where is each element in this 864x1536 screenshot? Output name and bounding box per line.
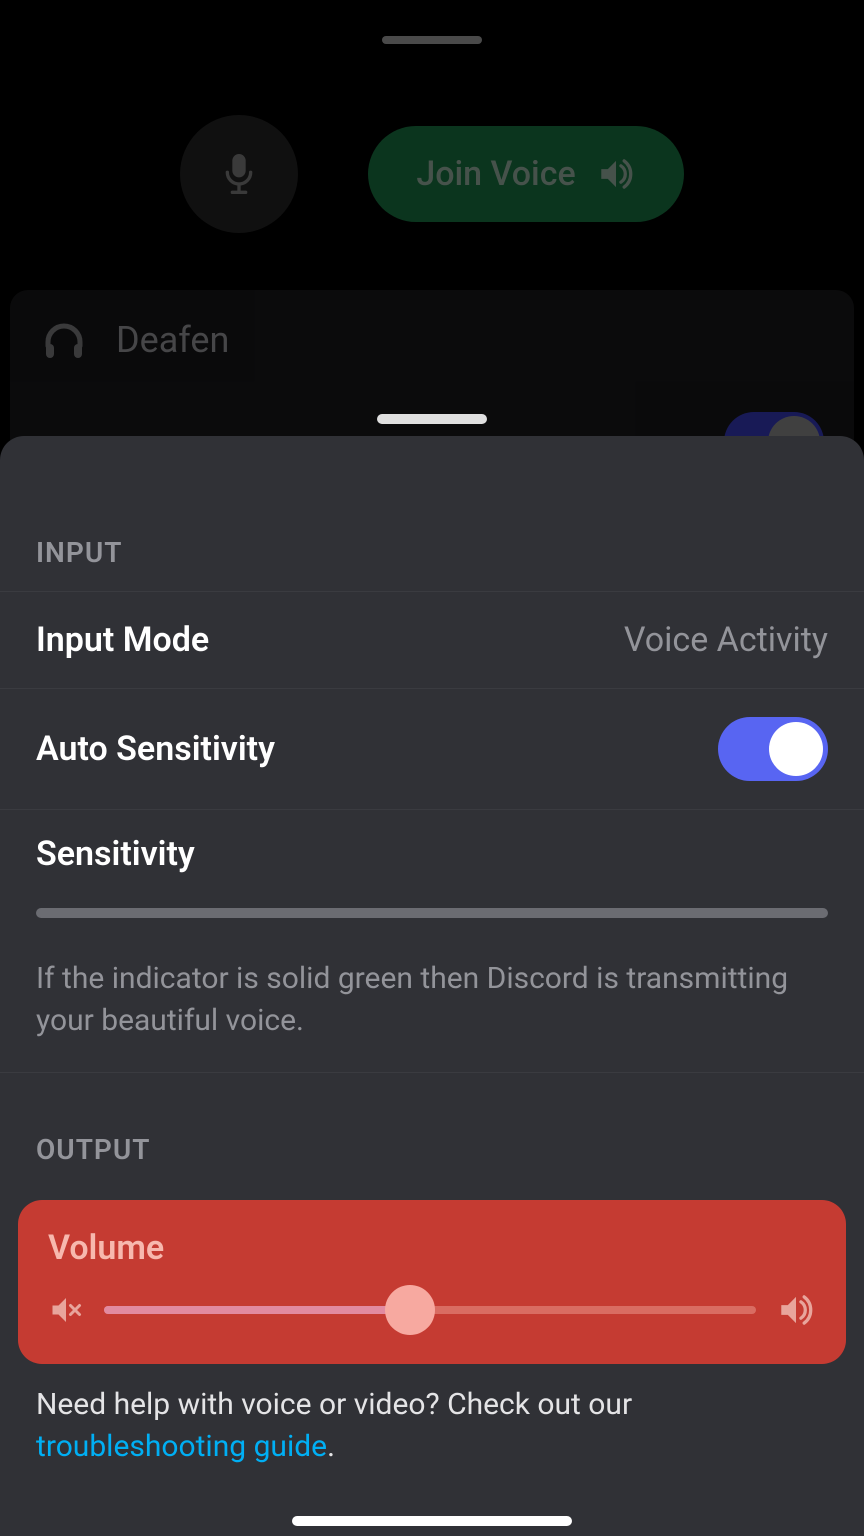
background-voice-controls: Join Voice — [0, 115, 864, 233]
volume-block-highlight: Volume — [18, 1200, 846, 1364]
outer-drag-handle[interactable] — [382, 36, 482, 44]
input-mode-label: Input Mode — [36, 620, 209, 660]
deafen-row[interactable]: Deafen — [40, 318, 824, 362]
mute-button[interactable] — [180, 115, 298, 233]
troubleshooting-guide-link[interactable]: troubleshooting guide — [36, 1429, 327, 1464]
sensitivity-indicator-bar — [36, 908, 828, 918]
voice-settings-sheet: INPUT Input Mode Voice Activity Auto Sen… — [0, 436, 864, 1536]
sensitivity-description: If the indicator is solid green then Dis… — [36, 958, 828, 1042]
help-text-suffix: . — [327, 1429, 335, 1464]
output-section-header: OUTPUT — [0, 1073, 864, 1188]
auto-sensitivity-row: Auto Sensitivity — [0, 689, 864, 810]
volume-slider-thumb[interactable] — [385, 1285, 435, 1335]
join-voice-button[interactable]: Join Voice — [368, 126, 683, 222]
speaker-loud-icon — [776, 1292, 816, 1328]
input-mode-value: Voice Activity — [624, 620, 828, 660]
input-mode-row[interactable]: Input Mode Voice Activity — [0, 591, 864, 689]
volume-slider-fill — [104, 1306, 410, 1314]
help-text: Need help with voice or video? Check out… — [0, 1364, 864, 1468]
home-indicator[interactable] — [292, 1516, 572, 1526]
auto-sensitivity-toggle[interactable] — [718, 717, 828, 781]
headphones-icon — [40, 318, 88, 362]
speaker-icon — [596, 156, 636, 192]
volume-slider[interactable] — [104, 1306, 756, 1314]
microphone-icon — [219, 150, 259, 198]
join-voice-label: Join Voice — [416, 154, 575, 194]
sheet-drag-handle[interactable] — [377, 414, 487, 424]
volume-label: Volume — [48, 1228, 816, 1268]
sensitivity-label: Sensitivity — [36, 834, 828, 874]
auto-sensitivity-label: Auto Sensitivity — [36, 729, 275, 769]
speaker-mute-icon — [48, 1293, 84, 1327]
help-text-prefix: Need help with voice or video? Check out… — [36, 1387, 632, 1422]
deafen-label: Deafen — [116, 319, 229, 361]
toggle-knob — [769, 722, 823, 776]
input-section-header: INPUT — [0, 436, 864, 591]
sensitivity-block: Sensitivity If the indicator is solid gr… — [0, 810, 864, 1073]
